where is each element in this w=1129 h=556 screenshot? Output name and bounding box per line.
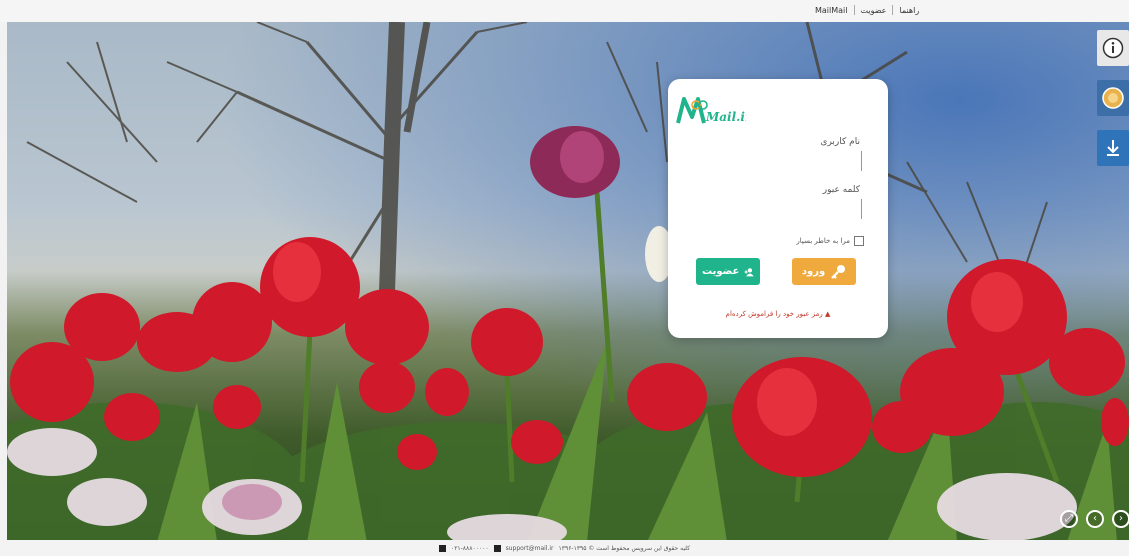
prev-icon: ‹ xyxy=(1093,513,1097,524)
phone-icon xyxy=(438,544,446,552)
footer-email[interactable]: support@mail.ir xyxy=(506,545,554,552)
prev-button[interactable]: ‹ xyxy=(1086,510,1104,528)
theme-button[interactable] xyxy=(1097,80,1129,116)
remember-label: مرا به خاطر بسپار xyxy=(796,237,850,245)
fullscreen-icon: ⤢ xyxy=(1065,513,1073,524)
password-label: کلمه عبور xyxy=(822,185,860,195)
warning-icon: ▲ xyxy=(824,310,831,318)
tulip-scene xyxy=(7,22,1129,540)
footer-copyright: کلیه حقوق این سرویس محفوظ است © ۱۳۹۵-۱۳۹… xyxy=(558,544,691,552)
register-link[interactable]: عضویت xyxy=(861,6,887,15)
remember-checkbox[interactable] xyxy=(854,236,864,246)
login-card: Mail.ir نام کاربری کلمه عبور مرا به خاطر… xyxy=(668,79,888,338)
logo-text: Mail.ir xyxy=(705,110,746,124)
register-button-label: عضویت xyxy=(702,266,740,277)
info-button[interactable] xyxy=(1097,30,1129,66)
fullscreen-button[interactable]: ⤢ xyxy=(1060,510,1078,528)
password-input[interactable] xyxy=(692,199,862,219)
username-label: نام کاربری xyxy=(820,137,860,147)
footer-phone: ۰۲۱-۸۸۸۰۰۰۰۰ xyxy=(450,544,489,552)
forgot-password-link[interactable]: ▲ رمز عبور خود را فراموش کرده‌ام xyxy=(668,310,888,318)
register-button[interactable]: عضویت xyxy=(696,258,760,285)
next-button[interactable]: › xyxy=(1112,510,1129,528)
login-button[interactable]: ورود xyxy=(792,258,856,285)
divider xyxy=(853,5,855,15)
theme-icon xyxy=(1102,87,1124,109)
next-icon: › xyxy=(1119,513,1123,524)
download-icon xyxy=(1107,140,1119,156)
login-button-label: ورود xyxy=(801,266,826,277)
brand-link[interactable]: MailMail xyxy=(815,6,848,15)
username-input[interactable] xyxy=(692,151,862,171)
remember-me[interactable]: مرا به خاطر بسپار xyxy=(796,236,864,246)
help-link[interactable]: راهنما xyxy=(899,6,919,15)
info-icon xyxy=(1102,37,1124,59)
mail-logo: Mail.ir xyxy=(676,97,746,124)
top-bar: راهنما عضویت MailMail xyxy=(0,0,1129,22)
email-icon xyxy=(493,544,501,552)
forgot-password-text: رمز عبور خود را فراموش کرده‌ام xyxy=(725,310,823,318)
download-button[interactable] xyxy=(1097,130,1129,166)
key-icon xyxy=(831,264,846,279)
top-links: راهنما عضویت MailMail xyxy=(815,5,919,15)
add-user-icon xyxy=(744,267,754,276)
footer: ۰۲۱-۸۸۸۰۰۰۰۰ support@mail.ir کلیه حقوق ا… xyxy=(0,540,1129,556)
divider xyxy=(892,5,894,15)
background-photo xyxy=(7,22,1129,540)
